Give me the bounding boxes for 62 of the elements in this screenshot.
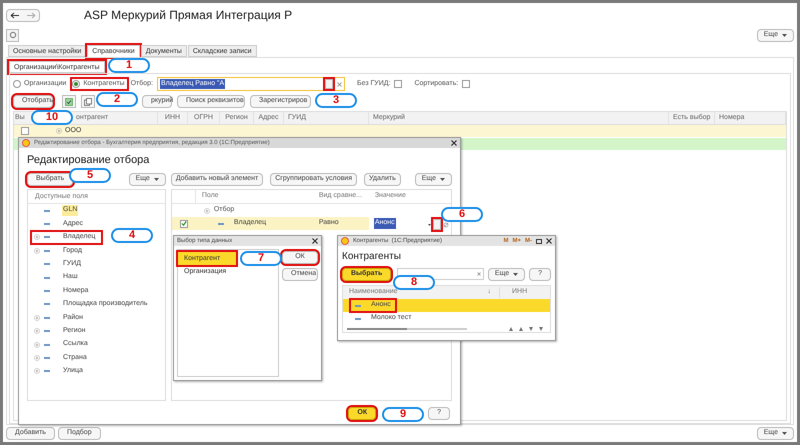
expand-icon[interactable]: [204, 208, 210, 214]
window-title: ASP Меркурий Прямая Интеграция Р: [84, 7, 292, 24]
callout-number: 10: [31, 110, 73, 125]
app-logo-icon: [341, 237, 349, 245]
expand-icon[interactable]: [34, 248, 40, 254]
caret-icon: [782, 34, 787, 36]
expand-icon[interactable]: [56, 128, 62, 134]
field-icon: [44, 210, 50, 212]
callout-number: 7: [240, 251, 282, 266]
close-icon[interactable]: [312, 238, 318, 244]
expand-icon[interactable]: [34, 234, 40, 240]
dialog-heading: Редактирование отбора: [27, 153, 150, 168]
checkbox[interactable]: [462, 80, 470, 88]
dialog-heading: Контрагенты: [342, 250, 402, 264]
checkbox[interactable]: [180, 220, 188, 228]
field-icon: [44, 250, 50, 252]
field-icon: [44, 236, 50, 238]
check-icon: [65, 98, 73, 106]
callout-number: 6: [441, 207, 483, 222]
expand-icon[interactable]: [34, 314, 40, 321]
field-icon: [44, 290, 50, 292]
field-icon: [44, 316, 50, 319]
caret-icon: [513, 272, 518, 276]
callout-number: 2: [96, 92, 138, 107]
close-icon[interactable]: [546, 238, 552, 244]
scrollbar[interactable]: [347, 328, 467, 330]
expand-icon[interactable]: [34, 328, 40, 334]
toolbar-icon-button[interactable]: [62, 95, 76, 108]
settings-button[interactable]: [6, 28, 19, 42]
field-icon: [44, 223, 50, 226]
field-icon: [44, 303, 50, 306]
field-icon: [44, 276, 50, 279]
callout-number: 8: [393, 275, 435, 290]
toolbar-icon-button[interactable]: [81, 95, 95, 108]
expand-icon[interactable]: [34, 342, 40, 348]
caret-icon: [154, 178, 159, 180]
clear-icon[interactable]: [476, 272, 481, 276]
copy-icon: [84, 98, 92, 106]
expand-icon[interactable]: [34, 368, 40, 374]
close-icon[interactable]: [451, 140, 457, 146]
caret-icon: [440, 178, 445, 180]
pick-button[interactable]: [324, 79, 333, 89]
clear-icon[interactable]: [336, 82, 342, 86]
field-icon: [44, 263, 50, 266]
caret-icon: [782, 432, 787, 435]
field-icon: [44, 344, 50, 346]
callout-number: 9: [382, 407, 424, 422]
expand-icon[interactable]: [34, 354, 40, 361]
callout-number: 1: [108, 58, 150, 73]
navigation-arrows-icon[interactable]: [506, 326, 546, 332]
callout-number: 4: [111, 228, 153, 243]
settings-icon: [8, 31, 16, 39]
maximize-icon[interactable]: [536, 238, 542, 244]
checkbox[interactable]: [21, 127, 29, 135]
checkbox[interactable]: [394, 80, 402, 88]
link-icon[interactable]: [443, 222, 449, 228]
callout-number: 3: [315, 93, 357, 108]
callout-number: 5: [69, 168, 111, 183]
field-icon: [44, 356, 50, 359]
field-icon: [44, 330, 50, 332]
app-logo-icon: [22, 139, 30, 147]
field-icon: [44, 370, 50, 372]
